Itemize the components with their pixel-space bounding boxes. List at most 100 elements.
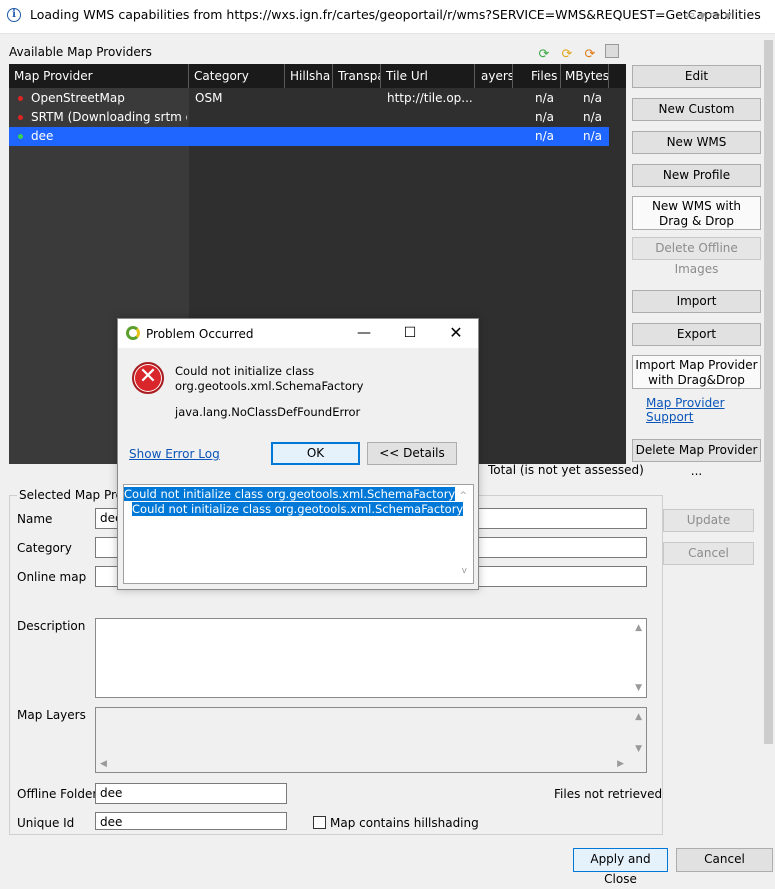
error-icon: ✕ xyxy=(132,362,164,394)
refresh-orange-icon[interactable]: ⟳ xyxy=(582,47,598,63)
hillshading-checkbox[interactable] xyxy=(313,816,326,829)
scroll-down-icon[interactable]: ▼ xyxy=(635,683,642,693)
detail-line: Could not initialize class org.geotools.… xyxy=(132,502,464,516)
problem-dialog: Problem Occurred — ☐ ✕ ✕ Could not initi… xyxy=(117,318,479,590)
scroll-up-icon[interactable]: ▲ xyxy=(635,623,642,633)
scrollbar-thumb[interactable] xyxy=(764,40,773,744)
offline-folder-label: Offline Folder xyxy=(17,787,98,801)
dialog-title-bar: Problem Occurred — ☐ ✕ xyxy=(118,319,478,348)
online-map-label: Online map xyxy=(17,570,87,584)
new-profile-button[interactable]: New Profile xyxy=(632,164,761,187)
minimize-icon[interactable]: — xyxy=(354,323,374,343)
drag-label-line: with Drag&Drop xyxy=(648,373,745,387)
edit-button[interactable]: Edit xyxy=(632,65,761,88)
provider-mbytes: n/a xyxy=(583,91,603,105)
error-message: Could not initialize class org.geotools.… xyxy=(175,364,363,394)
sort-caret-icon: ^ xyxy=(95,64,103,71)
drag-label-line: New WMS with xyxy=(651,199,742,213)
status-dot-icon xyxy=(18,134,23,139)
stop-icon[interactable] xyxy=(605,44,619,58)
table-row[interactable]: OpenStreetMap OSM http://tile.op... n/a … xyxy=(9,89,609,108)
cancel-button[interactable]: Cancel xyxy=(676,848,773,872)
back-arrow-icon[interactable]: ⇦ xyxy=(684,8,699,23)
provider-files: n/a xyxy=(535,110,555,124)
description-field[interactable]: ▲ ▼ xyxy=(95,618,647,698)
provider-name: dee xyxy=(31,129,54,143)
info-icon: i xyxy=(7,8,21,22)
detail-line: Could not initialize class org.geotools.… xyxy=(124,487,456,501)
files-status: Files not retrieved xyxy=(554,787,663,801)
total-status: Total (is not yet assessed) xyxy=(488,463,644,477)
column-header[interactable]: Transpa xyxy=(333,64,381,88)
close-icon[interactable]: ✕ xyxy=(446,323,466,343)
scroll-right-icon[interactable]: ▶ xyxy=(617,759,624,769)
chevron-down-icon[interactable]: ▼ xyxy=(699,12,710,22)
column-header[interactable]: Category xyxy=(189,64,285,88)
ok-button[interactable]: OK xyxy=(271,442,360,465)
apply-and-close-button[interactable]: Apply and Close xyxy=(573,848,668,886)
map-layers-field[interactable]: ▲ ▼ ◀ ▶ xyxy=(95,707,647,773)
column-header[interactable]: Files xyxy=(513,64,561,88)
scroll-down-icon[interactable]: v xyxy=(462,564,467,579)
forward-arrow-icon[interactable]: ⇨ xyxy=(710,8,725,23)
error-message-line: org.geotools.xml.SchemaFactory xyxy=(175,379,364,393)
chevron-down-icon[interactable]: ▼ xyxy=(725,12,736,22)
column-header[interactable]: MBytes xyxy=(561,64,609,88)
map-layers-label: Map Layers xyxy=(17,708,86,722)
provider-files: n/a xyxy=(535,91,555,105)
column-header[interactable]: ayers xyxy=(475,64,513,88)
import-drag-drop-target[interactable]: Import Map Provider with Drag&Drop xyxy=(632,355,761,389)
refresh-green-icon[interactable]: ⟳ xyxy=(536,47,552,63)
maximize-icon[interactable]: ☐ xyxy=(400,323,420,343)
app-icon xyxy=(126,326,140,340)
details-button[interactable]: << Details xyxy=(367,442,457,465)
window-title-bar: i Loading WMS capabilities from https://… xyxy=(0,0,775,34)
status-dot-icon xyxy=(18,115,23,120)
provider-category: OSM xyxy=(195,91,223,105)
drag-label-line: Import Map Provider xyxy=(635,358,758,372)
column-header[interactable]: Tile Url xyxy=(381,64,475,88)
category-label: Category xyxy=(17,541,72,555)
exception-type: java.lang.NoClassDefFoundError xyxy=(175,405,361,419)
drag-label-line: Drag & Drop xyxy=(659,214,734,228)
table-header: Map Provider ^ Category Hillsha Transpa … xyxy=(9,64,626,88)
provider-mbytes: n/a xyxy=(583,110,603,124)
provider-name: SRTM (Downloading srtm d... xyxy=(31,110,187,124)
description-label: Description xyxy=(17,619,86,633)
name-label: Name xyxy=(17,512,53,526)
error-message-line: Could not initialize class xyxy=(175,364,315,378)
import-button[interactable]: Import xyxy=(632,290,761,313)
window-title: Loading WMS capabilities from https://wx… xyxy=(30,7,761,22)
section-label: Available Map Providers xyxy=(9,45,152,59)
delete-offline-images-button[interactable]: Delete Offline Images xyxy=(632,237,761,276)
main-scrollbar[interactable] xyxy=(762,34,775,744)
delete-map-provider-button[interactable]: Delete Map Provider ... xyxy=(632,439,761,478)
nav-arrows[interactable]: ⇦▼⇨▼ xyxy=(684,8,736,23)
table-row[interactable]: SRTM (Downloading srtm d... n/a n/a xyxy=(9,108,609,127)
export-button[interactable]: Export xyxy=(632,323,761,346)
refresh-yellow-icon[interactable]: ⟳ xyxy=(559,47,575,63)
column-header[interactable]: Hillsha xyxy=(285,64,333,88)
dialog-title: Problem Occurred xyxy=(146,327,254,341)
table-row-selected[interactable]: dee n/a n/a xyxy=(9,127,609,146)
provider-mbytes: n/a xyxy=(583,129,603,143)
status-dot-icon xyxy=(18,96,23,101)
hillshading-label: Map contains hillshading xyxy=(330,816,479,830)
show-error-log-link[interactable]: Show Error Log xyxy=(129,447,220,461)
map-provider-support-link[interactable]: Map Provider Support xyxy=(646,396,775,424)
new-custom-button[interactable]: New Custom xyxy=(632,98,761,121)
provider-name: OpenStreetMap xyxy=(31,91,125,105)
scroll-left-icon[interactable]: ◀ xyxy=(100,759,107,769)
cancel-edit-button[interactable]: Cancel xyxy=(663,542,754,565)
error-details-text[interactable]: Could not initialize class org.geotools.… xyxy=(123,484,474,584)
scroll-up-icon[interactable]: ^ xyxy=(459,489,467,504)
provider-tile-url: http://tile.op... xyxy=(387,91,473,105)
new-wms-button[interactable]: New WMS xyxy=(632,131,761,154)
unique-id-label: Unique Id xyxy=(17,816,75,830)
unique-id-field[interactable]: dee xyxy=(95,812,287,830)
offline-folder-field[interactable]: dee xyxy=(95,783,287,804)
scroll-up-icon[interactable]: ▲ xyxy=(635,712,642,722)
new-wms-drag-drop-target[interactable]: New WMS with Drag & Drop xyxy=(632,196,761,230)
scroll-down-icon[interactable]: ▼ xyxy=(635,744,642,754)
update-button[interactable]: Update xyxy=(663,509,754,532)
